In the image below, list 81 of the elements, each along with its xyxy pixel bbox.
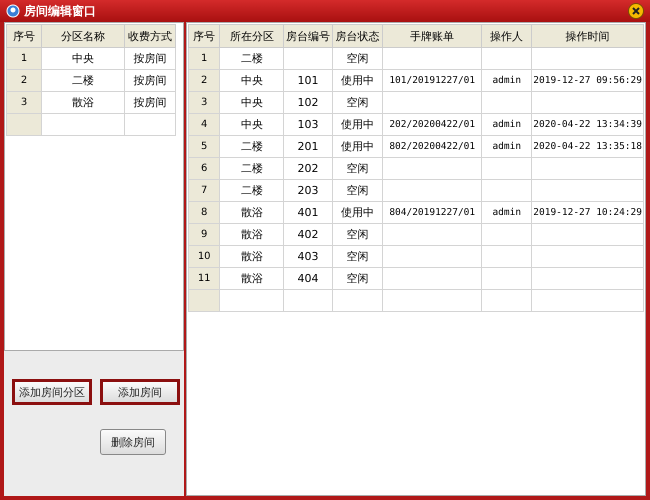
table-cell: admin (492, 75, 522, 86)
table-cell: admin (492, 207, 522, 218)
table-cell: 403 (298, 250, 319, 263)
table-cell: 散浴 (240, 272, 263, 285)
table-cell: 101/20191227/01 (389, 75, 476, 86)
table-cell: 二楼 (240, 140, 263, 153)
table-cell: 中央 (240, 74, 263, 87)
table-cell: 二楼 (240, 162, 263, 175)
table-cell: 7 (201, 185, 208, 196)
table-cell: 402 (298, 228, 319, 241)
table-cell: admin (492, 141, 522, 152)
column-header: 操作时间 (532, 24, 644, 48)
table-cell: 401 (298, 206, 319, 219)
table-cell: 散浴 (42, 92, 124, 114)
table-cell: 9 (201, 229, 208, 240)
table-cell: 空闲 (346, 162, 369, 175)
table-cell: 804/20191227/01 (389, 207, 476, 218)
table-cell: 2019-12-27 10:24:29 (533, 207, 642, 218)
table-cell: 11 (198, 273, 211, 284)
table-cell: 使用中 (341, 118, 374, 131)
column-header: 手牌账单 (382, 24, 482, 48)
table-cell: 1 (201, 53, 208, 64)
column-header: 收费方式 (124, 24, 176, 48)
column-header: 房台编号 (284, 24, 332, 48)
table-cell: 散浴 (240, 228, 263, 241)
table-cell: 空闲 (346, 250, 369, 263)
table-cell: 6 (201, 163, 208, 174)
table-cell: 5 (201, 141, 208, 152)
table-cell: 二楼 (240, 52, 263, 65)
action-button[interactable]: 删除房间 (100, 429, 166, 455)
table-cell: 3 (6, 92, 42, 114)
table-cell: 103 (298, 118, 319, 131)
window-title: 房间编辑窗口 (24, 2, 97, 20)
table-cell: 使用中 (341, 74, 374, 87)
table-cell: 2 (6, 70, 42, 92)
app-icon (6, 4, 20, 18)
table-cell: 使用中 (341, 140, 374, 153)
close-button[interactable] (628, 3, 644, 19)
table-cell: 空闲 (346, 96, 369, 109)
table-cell: 空闲 (346, 228, 369, 241)
column-header: 操作人 (482, 24, 532, 48)
column-header: 房台状态 (332, 24, 383, 48)
table-cell: 203 (298, 184, 319, 197)
table-cell: 空闲 (346, 184, 369, 197)
table-cell: 2019-12-27 09:56:29 (533, 75, 642, 86)
table-cell: 二楼 (240, 184, 263, 197)
table-cell: 2020-04-22 13:35:18 (533, 141, 642, 152)
column-header: 所在分区 (220, 24, 284, 48)
table-cell: 8 (201, 207, 208, 218)
column-header: 序号 (188, 24, 220, 48)
table-cell: admin (492, 119, 522, 130)
table-cell: 3 (201, 97, 208, 108)
table-cell: 二楼 (42, 70, 124, 92)
table-cell: 201 (298, 140, 319, 153)
table-cell: 1 (6, 48, 42, 70)
table-cell: 空闲 (346, 52, 369, 65)
table-cell: 使用中 (341, 206, 374, 219)
table-cell: 102 (298, 96, 319, 109)
table-cell: 中央 (240, 118, 263, 131)
column-header: 序号 (6, 24, 42, 48)
close-icon (631, 6, 641, 16)
table-cell: 202 (298, 162, 319, 175)
table-cell: 散浴 (240, 206, 263, 219)
table-cell: 散浴 (240, 250, 263, 263)
table-cell: 202/20200422/01 (389, 119, 476, 130)
table-cell: 按房间 (124, 70, 176, 92)
table-cell: 2 (201, 75, 208, 86)
action-button[interactable]: 添加房间 (100, 379, 180, 405)
table-cell: 101 (298, 74, 319, 87)
table-cell: 404 (298, 272, 319, 285)
column-header: 分区名称 (42, 24, 124, 48)
table-cell: 按房间 (124, 92, 176, 114)
table-cell: 中央 (42, 48, 124, 70)
table-cell: 2020-04-22 13:34:39 (533, 119, 642, 130)
table-cell: 4 (201, 119, 208, 130)
table-cell: 空闲 (346, 272, 369, 285)
action-button[interactable]: 添加房间分区 (12, 379, 92, 405)
table-cell: 802/20200422/01 (389, 141, 476, 152)
table-cell: 10 (198, 251, 211, 262)
table-cell: 中央 (240, 96, 263, 109)
table-cell: 按房间 (124, 48, 176, 70)
